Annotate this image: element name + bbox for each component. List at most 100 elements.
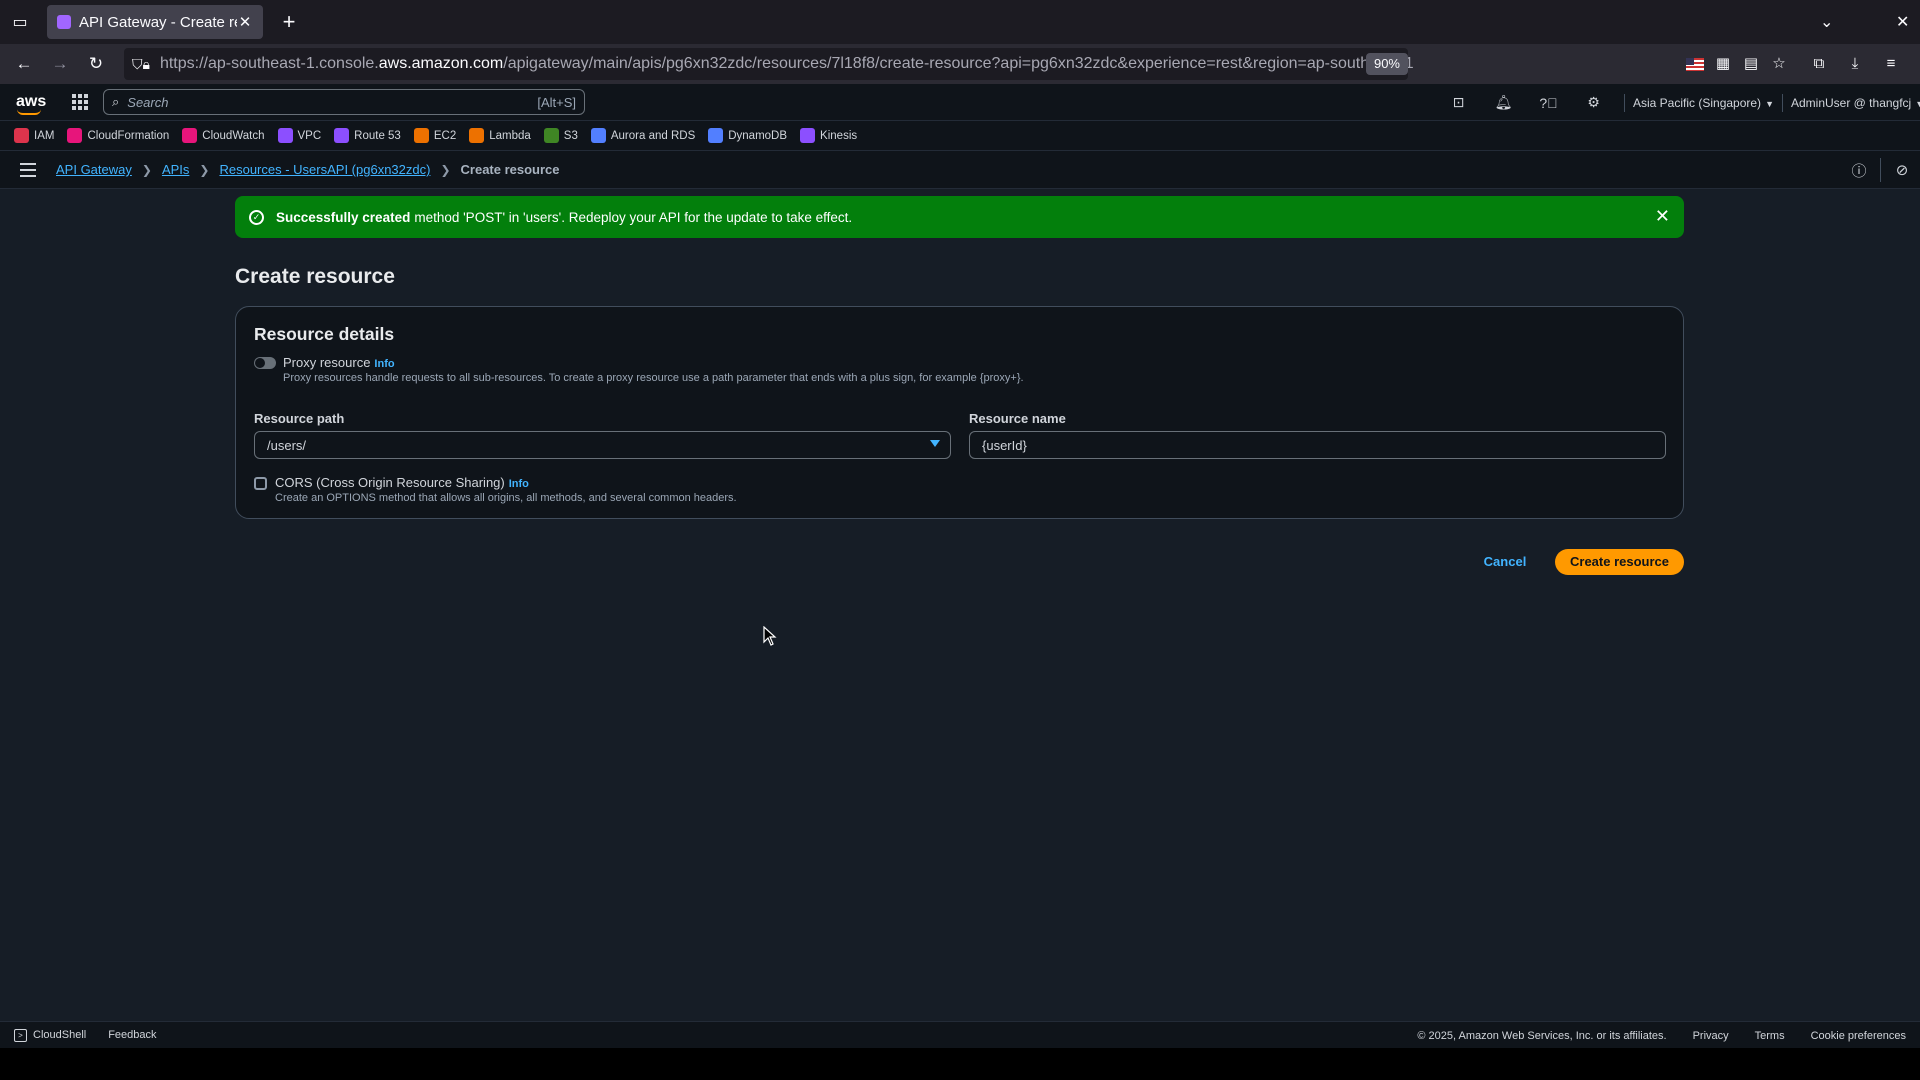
flash-dismiss-icon[interactable]: ✕: [1655, 206, 1670, 227]
proxy-resource-toggle[interactable]: [254, 357, 276, 369]
cloudshell-icon[interactable]: ⊡: [1436, 94, 1481, 111]
feedback-link[interactable]: Feedback: [108, 1029, 156, 1041]
favorite-label: Lambda: [489, 129, 531, 142]
window-close-icon[interactable]: ✕: [1896, 0, 1909, 44]
notifications-bell-icon[interactable]: 🔔︎: [1481, 94, 1526, 111]
url-bar[interactable]: ⛉ 🔒︎ https://ap-southeast-1.console.aws.…: [124, 48, 1414, 80]
service-icon: [277, 128, 293, 143]
tab-title: API Gateway - Create resource: [79, 13, 237, 31]
cors-checkbox[interactable]: [254, 477, 267, 490]
aws-logo[interactable]: aws: [16, 93, 46, 115]
browser-tab-bar: ▭ API Gateway - Create resource ✕ + ⌄ ✕: [0, 0, 1920, 44]
utility-icons: ⓘ ⊘: [1838, 151, 1920, 189]
panel-title: Resource details: [254, 324, 395, 344]
zoom-level[interactable]: 90%: [1365, 53, 1408, 75]
favorite-label: Aurora and RDS: [610, 129, 696, 142]
tab-close-icon[interactable]: ✕: [237, 13, 253, 31]
terms-link[interactable]: Terms: [1755, 1030, 1785, 1042]
favorite-vpc[interactable]: VPC: [277, 128, 321, 143]
list-all-tabs-icon[interactable]: ⌄: [1820, 0, 1833, 44]
cloudshell-link[interactable]: CloudShell: [33, 1029, 86, 1041]
favorite-route-53[interactable]: Route 53: [334, 128, 401, 143]
service-icon: [543, 128, 559, 143]
download-icon[interactable]: ⤓: [1846, 55, 1864, 73]
check-circle-icon: ✓: [249, 209, 264, 225]
tab-list-icon[interactable]: ▭: [0, 0, 40, 44]
browser-nav-bar: ← → ↻ ⛉ 🔒︎ https://ap-southeast-1.consol…: [0, 44, 1920, 84]
cookie-preferences-link[interactable]: Cookie preferences: [1811, 1030, 1906, 1042]
favorite-cloudwatch[interactable]: CloudWatch: [182, 128, 265, 143]
aws-console-header: aws ⌕ Search [Alt+S] ⊡ 🔔︎ ?⃝ ⚙ Asia Paci…: [0, 84, 1920, 121]
account-menu[interactable]: AdminUser @ thangfcj ▼: [1791, 96, 1920, 110]
us-flag-icon[interactable]: [1686, 57, 1704, 71]
screen-bottom-strip: [0, 1048, 1920, 1080]
info-panel-icon[interactable]: ⓘ: [1838, 160, 1880, 181]
service-icon: [14, 128, 29, 143]
browser-tab-active[interactable]: API Gateway - Create resource ✕: [47, 5, 263, 39]
reload-icon[interactable]: ↻: [78, 48, 114, 80]
search-shortcut: [Alt+S]: [537, 94, 576, 110]
favorite-label: CloudWatch: [202, 129, 265, 142]
favorites-bar: IAM CloudFormation CloudWatch VPC Route 53 EC…: [0, 121, 1920, 151]
search-input[interactable]: ⌕ Search [Alt+S]: [103, 89, 585, 115]
favorite-lambda[interactable]: Lambda: [469, 128, 531, 143]
region-selector[interactable]: Asia Pacific (Singapore) ▼: [1633, 96, 1774, 110]
search-placeholder: Search: [127, 94, 169, 110]
cloudshell-icon[interactable]: >: [14, 1028, 27, 1042]
services-grid-icon[interactable]: [72, 94, 88, 110]
console-footer: > CloudShell Feedback © 2025, Amazon Web…: [0, 1021, 1920, 1048]
breadcrumb-resources[interactable]: Resources - UsersAPI (pg6xn32zdc): [219, 162, 430, 177]
flash-message: method 'POST' in 'users'. Redeploy your …: [414, 209, 853, 225]
breadcrumb-api-gateway[interactable]: API Gateway: [56, 162, 132, 177]
flash-bold-text: Successfully created: [276, 209, 411, 225]
service-icon: [413, 128, 429, 143]
bookmark-star-icon[interactable]: ☆: [1770, 55, 1788, 73]
cors-description: Create an OPTIONS method that allows all…: [275, 492, 737, 504]
reader-view-icon[interactable]: ▤: [1742, 55, 1760, 73]
resource-name-input[interactable]: [969, 431, 1666, 459]
cancel-button[interactable]: Cancel: [1478, 549, 1532, 575]
proxy-info-link[interactable]: Info: [374, 358, 394, 370]
success-flash-banner: ✓ Successfully created method 'POST' in …: [235, 196, 1684, 238]
breadcrumb: API Gateway ❯ APIs ❯ Resources - UsersAP…: [56, 162, 560, 177]
side-nav-menu-icon[interactable]: [20, 162, 36, 177]
resource-path-value: /users/: [267, 437, 307, 453]
chevron-right-icon: ❯: [440, 162, 451, 177]
favorite-label: CloudFormation: [87, 129, 170, 142]
lock-icon[interactable]: 🔒︎: [143, 56, 150, 73]
service-icon: [469, 128, 485, 143]
resource-name-label: Resource name: [969, 411, 1066, 426]
divider: [1624, 93, 1625, 112]
breadcrumb-apis[interactable]: APIs: [162, 162, 189, 177]
favorite-aurora-and-rds[interactable]: Aurora and RDS: [590, 128, 696, 143]
page-title: Create resource: [235, 265, 395, 288]
menu-icon[interactable]: ≡: [1882, 55, 1900, 73]
forward-icon[interactable]: →: [42, 48, 78, 80]
favorite-kinesis[interactable]: Kinesis: [800, 128, 857, 143]
url-text[interactable]: https://ap-southeast-1.console.aws.amazo…: [160, 55, 1414, 73]
puzzle-extension-icon[interactable]: ⧉: [1810, 55, 1828, 73]
service-icon: [708, 128, 724, 143]
privacy-link[interactable]: Privacy: [1693, 1030, 1729, 1042]
search-icon: ⌕: [112, 94, 120, 109]
favorite-ec2[interactable]: EC2: [413, 128, 456, 143]
favorite-label: IAM: [34, 129, 55, 142]
proxy-resource-description: Proxy resources handle requests to all s…: [283, 372, 1024, 384]
favorite-cloudformation[interactable]: CloudFormation: [67, 128, 169, 143]
create-resource-button[interactable]: Create resource: [1555, 549, 1684, 575]
help-icon[interactable]: ?⃝: [1526, 95, 1571, 111]
chevron-right-icon: ❯: [141, 162, 152, 177]
favorite-dynamodb[interactable]: DynamoDB: [708, 128, 787, 143]
back-icon[interactable]: ←: [6, 48, 42, 80]
tracking-shield-icon[interactable]: ⛉: [132, 56, 143, 73]
tools-panel-icon[interactable]: ⊘: [1881, 161, 1920, 179]
cors-info-link[interactable]: Info: [509, 478, 529, 490]
favorite-label: DynamoDB: [728, 129, 788, 142]
favorite-iam[interactable]: IAM: [14, 128, 54, 143]
new-tab-icon[interactable]: +: [277, 9, 301, 35]
favorite-label: Kinesis: [820, 129, 858, 142]
settings-gear-icon[interactable]: ⚙: [1571, 94, 1616, 111]
resource-path-select[interactable]: /users/: [254, 431, 951, 459]
favorite-s3[interactable]: S3: [543, 128, 578, 143]
extensions-grid-icon[interactable]: ▦: [1714, 55, 1732, 73]
